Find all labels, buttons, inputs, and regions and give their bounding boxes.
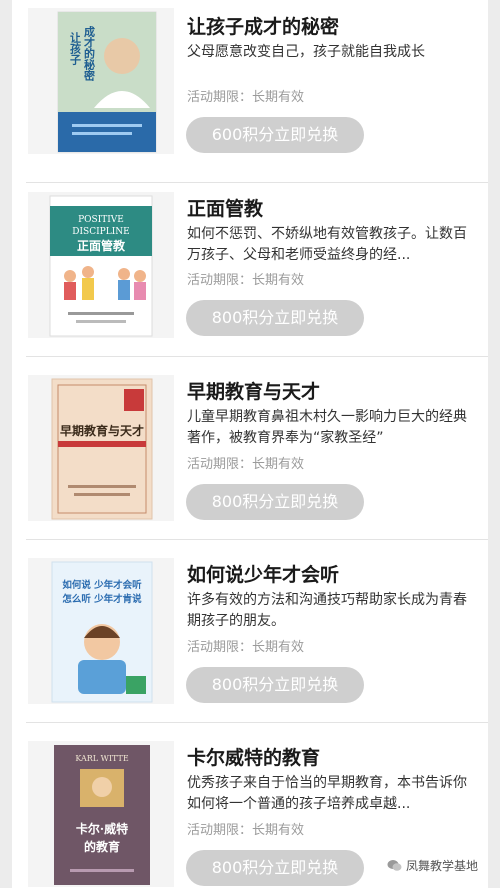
item-title: 早期教育与天才 (187, 381, 321, 403)
list-item[interactable]: 早期教育与天才 早期教育与天才 儿童早期教育鼻祖木村久一影响力巨大的经典著作，被… (12, 357, 488, 540)
item-description: 父母愿意改变自己，孩子就能自我成长 (187, 44, 425, 60)
wechat-icon (387, 860, 402, 871)
svg-text:DISCIPLINE: DISCIPLINE (72, 227, 129, 237)
book-cover[interactable]: 早期教育与天才 (28, 375, 174, 521)
watermark-text: 凤舞教学基地 (405, 859, 478, 873)
list-item[interactable]: POSITIVE DISCIPLINE 正面管教 正面管教 如何不惩罚、不娇纵地… (12, 174, 488, 357)
activity-period: 活动期限：长期有效 (187, 640, 305, 655)
svg-text:早期教育与天才: 早期教育与天才 (60, 423, 144, 438)
item-title: 正面管教 (187, 198, 264, 220)
svg-text:KARL WITTE: KARL WITTE (75, 754, 129, 763)
svg-text:POSITIVE: POSITIVE (78, 215, 124, 225)
item-description: 优秀孩子来自于恰当的早期教育，本书告诉你如何将一个普通的孩子培养成卓越... (187, 775, 467, 812)
activity-period: 活动期限：长期有效 (187, 273, 305, 288)
redeem-button[interactable]: 800积分立即兑换 (186, 484, 364, 520)
watermark: 凤舞教学基地 (387, 857, 478, 874)
svg-text:卡尔·威特: 卡尔·威特 (76, 821, 128, 836)
book-cover[interactable]: POSITIVE DISCIPLINE 正面管教 (28, 192, 174, 338)
redeem-button[interactable]: 800积分立即兑换 (186, 300, 364, 336)
item-description: 如何不惩罚、不娇纵地有效管教孩子。让数百万孩子、父母和老师受益终身的经... (187, 226, 467, 263)
svg-text:如何说 少年才会听: 如何说 少年才会听 (62, 579, 142, 591)
book-cover[interactable]: 让孩子 成才的秘密 (28, 8, 174, 154)
svg-text:正面管教: 正面管教 (77, 238, 126, 253)
cover-title-text: 让孩子 (69, 31, 82, 66)
list-item[interactable]: 如何说 少年才会听 怎么听 少年才肯说 如何说少年才会听 许多有效的方法和沟通技… (12, 540, 488, 723)
redeem-button[interactable]: 800积分立即兑换 (186, 667, 364, 703)
item-description: 许多有效的方法和沟通技巧帮助家长成为青春期孩子的朋友。 (187, 592, 467, 629)
list-item[interactable]: 让孩子 成才的秘密 让孩子成才的秘密 父母愿意改变自己，孩子就能自我成长 活动期… (12, 0, 488, 183)
redeem-button[interactable]: 800积分立即兑换 (186, 850, 364, 886)
book-cover[interactable]: KARL WITTE 卡尔·威特 的教育 (28, 741, 174, 887)
activity-period: 活动期限：长期有效 (187, 457, 305, 472)
svg-text:成才的秘密: 成才的秘密 (83, 25, 96, 82)
svg-text:的教育: 的教育 (84, 839, 120, 854)
svg-text:怎么听 少年才肯说: 怎么听 少年才肯说 (62, 593, 142, 605)
activity-period: 活动期限：长期有效 (187, 823, 305, 838)
item-title: 卡尔威特的教育 (187, 747, 321, 769)
product-list: 让孩子 成才的秘密 让孩子成才的秘密 父母愿意改变自己，孩子就能自我成长 活动期… (12, 0, 488, 888)
item-description: 儿童早期教育鼻祖木村久一影响力巨大的经典著作，被教育界奉为“家教圣经” (187, 409, 467, 446)
redeem-button[interactable]: 600积分立即兑换 (186, 117, 364, 153)
book-cover[interactable]: 如何说 少年才会听 怎么听 少年才肯说 (28, 558, 174, 704)
activity-period: 活动期限：长期有效 (187, 90, 305, 105)
item-title: 如何说少年才会听 (187, 564, 340, 586)
item-title: 让孩子成才的秘密 (187, 16, 340, 38)
